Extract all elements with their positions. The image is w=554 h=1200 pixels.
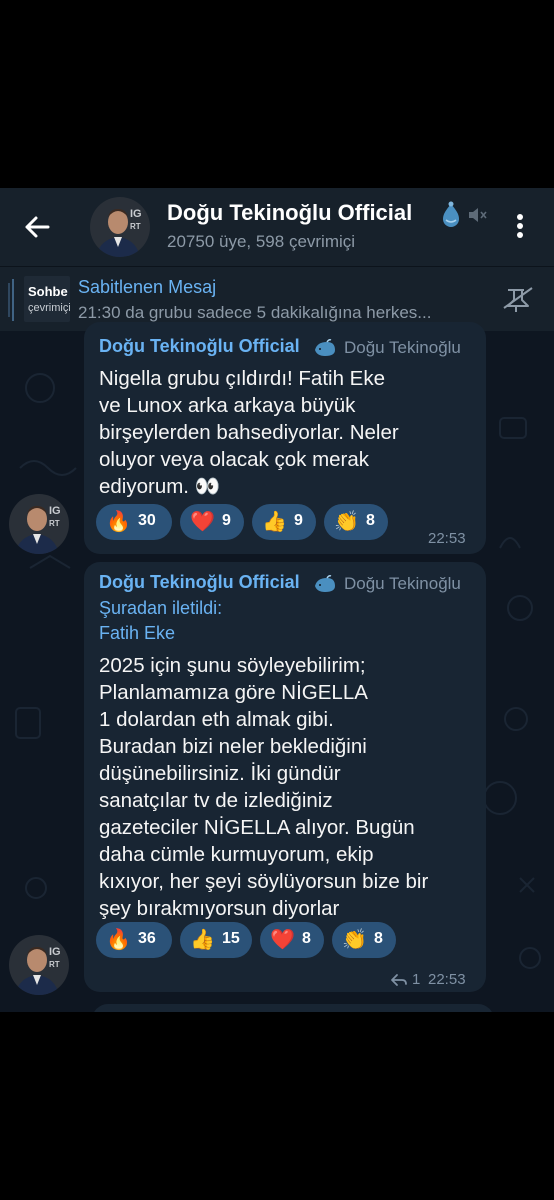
svg-text:RT: RT: [130, 222, 141, 231]
forwarded-from-name[interactable]: Fatih Eke: [99, 623, 175, 644]
verified-icon: [443, 201, 459, 227]
message-line: 1 dolardan eth almak gibi.: [99, 708, 334, 731]
forwarded-label: Şuradan iletildi:: [99, 598, 223, 618]
reaction-fire[interactable]: 🔥 30: [96, 504, 172, 540]
sender-avatar[interactable]: IG RT: [9, 935, 69, 995]
reaction-count: 9: [294, 512, 303, 529]
message-time: 22:53: [428, 530, 466, 547]
message-sender[interactable]: Doğu Tekinoğlu Official: [99, 336, 300, 357]
message-line: ediyorum. 👀: [99, 475, 221, 498]
message-line: Planlamamıza göre NİGELLA: [99, 681, 368, 704]
message-bubble-partial[interactable]: [92, 1004, 494, 1012]
reaction-count: 8: [366, 512, 375, 529]
reaction-emoji: 🔥: [106, 929, 131, 951]
reply-count[interactable]: 1: [412, 971, 420, 988]
message-line: gazeteciler NİGELLA alıyor. Bugün: [99, 816, 415, 839]
message-author-signature: Doğu Tekinoğlu: [344, 338, 461, 357]
svg-text:RT: RT: [49, 960, 60, 969]
svg-text:RT: RT: [49, 519, 60, 528]
message-line: şey bırakmıyorsun diyorlar: [99, 897, 340, 920]
reaction-emoji: 👏: [334, 511, 359, 533]
sender-avatar[interactable]: IG RT: [9, 494, 69, 554]
reaction-emoji: 🔥: [106, 511, 131, 533]
message-line: oluyor veya olacak çok merak: [99, 448, 370, 471]
reaction-clap[interactable]: 👏 8: [324, 504, 388, 540]
reaction-emoji: 👍: [262, 511, 287, 533]
reaction-emoji: ❤️: [270, 929, 295, 951]
chat-title[interactable]: Doğu Tekinoğlu Official: [167, 200, 412, 226]
chat-header: IG RT Doğu Tekinoğlu Official 20750 üye,…: [0, 188, 554, 266]
reaction-clap[interactable]: 👏 8: [332, 922, 396, 958]
reaction-count: 15: [222, 930, 240, 947]
unpin-icon[interactable]: [500, 284, 536, 314]
reaction-count: 9: [222, 512, 231, 529]
reaction-thumbs-up[interactable]: 👍 15: [180, 922, 252, 958]
reaction-count: 8: [302, 930, 311, 947]
back-arrow-icon[interactable]: [22, 212, 52, 242]
pinned-title: Sabitlenen Mesaj: [78, 277, 217, 297]
message-line: daha cümle kurmuyorum, ekip: [99, 843, 374, 866]
mute-icon: [469, 208, 487, 222]
message-sender[interactable]: Doğu Tekinoğlu Official: [99, 572, 300, 593]
whale-icon: [315, 575, 335, 592]
reaction-count: 8: [374, 930, 383, 947]
message-time: 22:53: [428, 971, 466, 988]
reaction-emoji: 👏: [342, 929, 367, 951]
pinned-preview-text: 21:30 da grubu sadece 5 dakikalığına her…: [78, 303, 432, 322]
message-line: Buradan bizi neler beklediğini: [99, 735, 367, 758]
pinned-thumb-subtitle: çevrimiçi: [28, 302, 70, 314]
reaction-count: 36: [138, 930, 156, 947]
reaction-heart[interactable]: ❤️ 9: [180, 504, 244, 540]
message-line: kıxıyor, her şeyi söylüyorsun bize bir: [99, 870, 429, 893]
pinned-thumbnail: Sohbe çevrimiçi: [24, 276, 70, 322]
svg-text:IG: IG: [130, 208, 142, 220]
message-line: düşünebilirsiniz. İki gündür: [99, 762, 341, 785]
reply-icon[interactable]: [390, 973, 408, 987]
message-line: ve Lunox arka arkaya büyük: [99, 394, 356, 417]
reaction-emoji: ❤️: [190, 511, 215, 533]
reaction-heart[interactable]: ❤️ 8: [260, 922, 324, 958]
whale-icon: [315, 339, 335, 356]
message-text: 2025 için şunu söyleyebilirim; Planlamam…: [99, 652, 428, 922]
group-avatar[interactable]: IG RT: [90, 197, 150, 257]
pinned-thumb-title: Sohbe: [28, 284, 68, 299]
reaction-fire[interactable]: 🔥 36: [96, 922, 172, 958]
reaction-thumbs-up[interactable]: 👍 9: [252, 504, 316, 540]
menu-dots-icon[interactable]: [506, 210, 534, 242]
message-line: Nigella grubu çıldırdı! Fatih Eke: [99, 367, 385, 390]
svg-text:IG: IG: [49, 505, 61, 517]
chat-member-count: 20750 üye, 598 çevrimiçi: [167, 232, 356, 251]
message-line: birşeylerden bahsediyorlar. Neler: [99, 421, 399, 444]
message-line: 2025 için şunu söyleyebilirim;: [99, 654, 366, 677]
message-text: Nigella grubu çıldırdı! Fatih Eke ve Lun…: [99, 365, 399, 500]
pin-indicator-secondary: [8, 283, 10, 317]
message-line: sanatçılar tv de izlediğiniz: [99, 789, 333, 812]
svg-text:IG: IG: [49, 946, 61, 958]
reaction-emoji: 👍: [190, 929, 215, 951]
pin-indicator: [12, 279, 14, 321]
telegram-chat-screen: IG RT Doğu Tekinoğlu Official 20750 üye,…: [0, 188, 554, 1012]
reaction-count: 30: [138, 512, 156, 529]
message-author-signature: Doğu Tekinoğlu: [344, 574, 461, 593]
